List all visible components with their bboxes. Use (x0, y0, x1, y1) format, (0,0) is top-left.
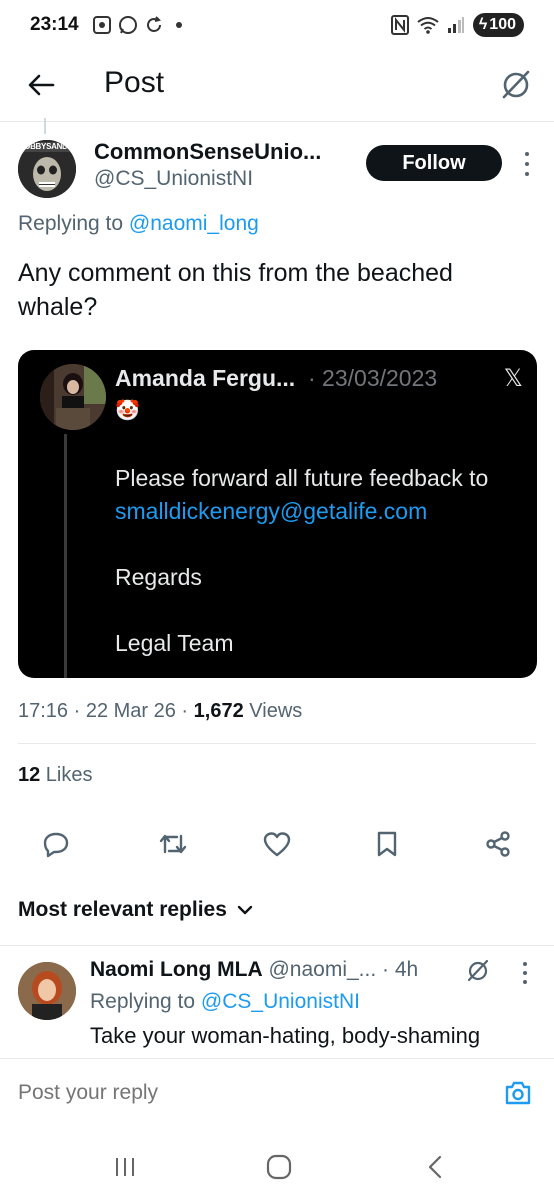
embed-date: · 23/03/2023 (308, 365, 438, 391)
page-title: Post (104, 66, 165, 99)
reply-author-name: Naomi Long MLA (90, 958, 263, 981)
reply-replying-prefix: Replying to (90, 990, 196, 1013)
like-button[interactable] (259, 826, 295, 862)
camera-icon (505, 1081, 531, 1105)
status-right: ϟ 100 (390, 13, 524, 37)
replying-to-handle[interactable]: @naomi_long (129, 212, 259, 235)
reply-avatar[interactable] (18, 962, 76, 1020)
author-handle[interactable]: @CS_UnionistNI (94, 167, 253, 191)
embed-avatar-image (40, 364, 106, 430)
grok-button[interactable] (498, 66, 534, 102)
wifi-icon (417, 17, 439, 34)
reply-author-handle: @naomi_... · 4h (262, 958, 419, 981)
battery-level: 100 (489, 16, 516, 33)
recent-apps-button[interactable] (110, 1152, 140, 1182)
repost-button[interactable] (155, 826, 191, 862)
embed-line-3: Regards (115, 564, 202, 590)
replies-sort-label: Most relevant replies (18, 898, 227, 921)
embed-author-name: Amanda Fergu... (115, 365, 296, 391)
author-avatar[interactable]: JOBBYSANDS (18, 140, 76, 198)
recents-icon (116, 1158, 134, 1176)
tweet-image[interactable]: Amanda Fergu... · 23/03/2023 𝕏 🤡 Please … (18, 350, 537, 678)
compose-bar (0, 1058, 554, 1126)
replying-to-prefix: Replying to (18, 212, 124, 235)
system-back-button[interactable] (420, 1152, 450, 1182)
embed-line-1: Please forward all future feedback to (115, 465, 489, 491)
tweet-time: 17:16 · 22 Mar 26 · (18, 700, 194, 722)
chevron-down-icon (237, 905, 253, 915)
repost-icon (159, 834, 187, 854)
whatsapp-icon (119, 16, 137, 34)
home-icon (266, 1154, 292, 1180)
share-button[interactable] (480, 826, 516, 862)
battery-indicator: ϟ 100 (472, 13, 524, 37)
status-notification-icons (92, 15, 182, 35)
home-button[interactable] (264, 1152, 294, 1182)
more-options-button[interactable] (522, 152, 532, 176)
embed-text: Please forward all future feedback to sma… (115, 462, 535, 678)
reply-text: Take your woman-hating, body-shaming (90, 1023, 481, 1048)
tweet-meta: 17:16 · 22 Mar 26 · 1,672 Views (18, 700, 302, 723)
replies-divider (0, 945, 554, 946)
x-logo-icon: 𝕏 (503, 365, 523, 392)
clown-emoji: 🤡 (115, 400, 140, 422)
likes-label: Likes (40, 764, 93, 786)
camera-button[interactable] (502, 1077, 534, 1109)
replying-to: Replying to @naomi_long (18, 212, 259, 236)
reply-author[interactable]: Naomi Long MLA @naomi_... · 4h (90, 958, 418, 982)
grok-icon (467, 959, 489, 982)
follow-button[interactable]: Follow (366, 145, 502, 181)
views-label: Views (243, 700, 303, 722)
tweet-text: Any comment on this from the beached wha… (18, 259, 453, 321)
reply-replying-handle[interactable]: @CS_UnionistNI (201, 990, 360, 1013)
reply-avatar-image (18, 962, 76, 1020)
reply-icon (43, 832, 69, 858)
embed-avatar (40, 364, 106, 430)
replies-sort-dropdown[interactable]: Most relevant replies (18, 898, 253, 922)
reply-more-options-button[interactable] (520, 962, 530, 984)
reply-input[interactable] (18, 1081, 458, 1105)
reply-replying-to: Replying to @CS_UnionistNI (90, 990, 360, 1014)
thread-line (44, 118, 46, 134)
charging-icon: ϟ (478, 16, 488, 33)
sync-icon (147, 16, 161, 32)
avatar-label: JOBBYSANDS (20, 142, 73, 151)
more-notifications-dot (176, 22, 182, 28)
header-divider (0, 121, 554, 122)
signal-icon (447, 17, 464, 33)
nfc-icon (390, 15, 409, 35)
status-time: 23:14 (30, 14, 79, 35)
likes-count: 12 (18, 764, 41, 786)
like-icon (263, 832, 291, 857)
status-bar: 23:14 ϟ 100 (0, 0, 554, 52)
system-nav-bar (0, 1126, 554, 1200)
chevron-left-icon (428, 1155, 442, 1179)
embed-line-4: Legal Team (115, 630, 234, 656)
embed-thread-line (64, 434, 67, 678)
tweet-actions (0, 826, 554, 866)
bookmark-icon (377, 831, 397, 857)
views-count: 1,672 (193, 700, 244, 722)
embed-email: smalldickenergy@getalife.com (115, 498, 428, 524)
share-icon (486, 831, 510, 857)
likes-stat[interactable]: 12 Likes (18, 764, 93, 787)
back-button[interactable] (24, 68, 58, 102)
grok-icon (502, 70, 530, 99)
arrow-left-icon (28, 74, 55, 96)
meta-divider (18, 743, 536, 744)
reply-button[interactable] (38, 826, 74, 862)
reply-grok-button[interactable] (466, 958, 490, 982)
app-bar: Post (0, 52, 554, 118)
screenshot-icon (93, 16, 111, 34)
bookmark-button[interactable] (369, 826, 405, 862)
author-name[interactable]: CommonSenseUnio... (94, 139, 321, 165)
